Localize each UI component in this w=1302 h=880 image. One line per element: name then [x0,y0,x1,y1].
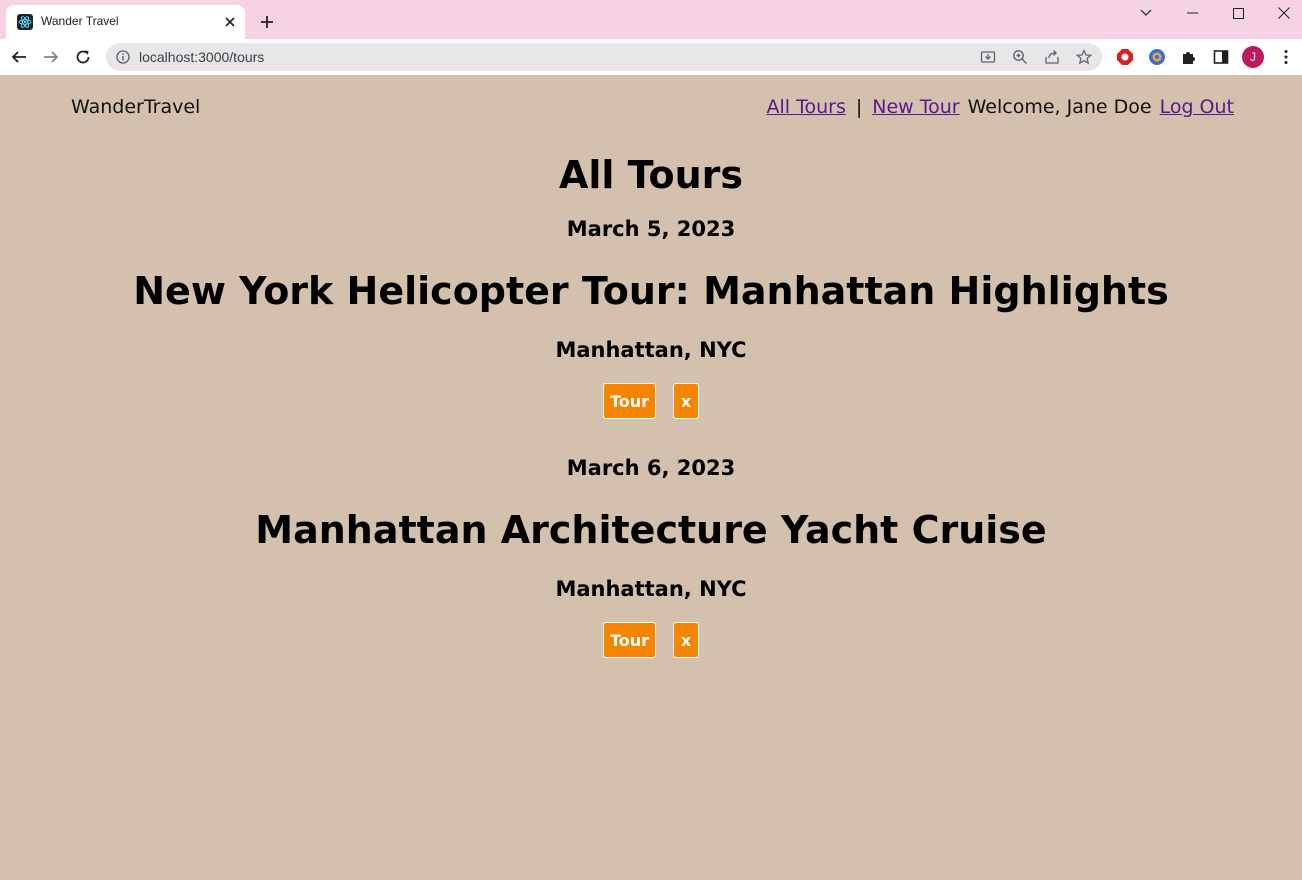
maximize-icon[interactable] [1215,0,1261,26]
tab-title: Wander Travel [41,14,119,28]
bookmark-star-icon[interactable] [1075,48,1093,66]
reload-icon[interactable] [70,44,96,70]
tour-date: March 5, 2023 [566,217,736,241]
welcome-text: Welcome, Jane Doe [967,96,1152,118]
view-tour-button[interactable]: Tour [603,383,656,419]
top-nav: All Tours | New Tour Welcome, Jane Doe Log O… [767,96,1235,118]
brand-logo-text[interactable]: WanderTravel [71,96,200,118]
forward-arrow-icon[interactable] [38,44,64,70]
browser-toolbar: localhost:3000/tours J [0,39,1302,75]
share-icon[interactable] [1043,48,1061,66]
tours-content: All Tours March 5, 2023 New York Helicop… [0,150,1302,658]
back-arrow-icon[interactable] [6,44,32,70]
address-bar[interactable]: localhost:3000/tours [106,43,1102,71]
tab-search-chevron-icon[interactable] [1123,0,1169,26]
side-panel-icon[interactable] [1211,47,1231,67]
logout-link[interactable]: Log Out [1160,96,1234,118]
tour-name: New York Helicopter Tour: Manhattan High… [133,269,1169,313]
tour-location: Manhattan, NYC [555,577,747,601]
tour-actions: Tour x [0,383,1302,419]
url-text[interactable]: localhost:3000/tours [139,49,264,65]
view-tour-button[interactable]: Tour [603,622,656,658]
install-app-icon[interactable] [979,48,997,66]
profile-avatar[interactable]: J [1242,46,1264,68]
delete-tour-button[interactable]: x [673,622,699,658]
nav-separator: | [855,96,863,118]
browser-menu-icon[interactable] [1276,47,1296,67]
adblock-extension-icon[interactable] [1115,47,1135,67]
tour-date: March 6, 2023 [566,456,736,480]
tour-name: Manhattan Architecture Yacht Cruise [255,508,1047,552]
browser-tabstrip: Wander Travel [0,0,1302,39]
vpn-extension-icon[interactable] [1147,47,1167,67]
minimize-icon[interactable] [1169,0,1215,26]
tour-actions: Tour x [0,622,1302,658]
delete-tour-button[interactable]: x [673,383,699,419]
nav-link-all-tours[interactable]: All Tours [767,96,846,118]
react-favicon-icon [17,14,33,30]
tour-location: Manhattan, NYC [555,338,747,362]
tour-item: March 5, 2023 New York Helicopter Tour: … [0,210,1302,419]
browser-tab[interactable]: Wander Travel [6,5,245,39]
window-close-icon[interactable] [1261,0,1302,26]
page-title: All Tours [558,153,744,197]
tour-item: March 6, 2023 Manhattan Architecture Yac… [0,449,1302,658]
tab-close-icon[interactable] [221,13,239,31]
site-info-icon[interactable] [115,49,131,65]
nav-link-new-tour[interactable]: New Tour [872,96,959,118]
new-tab-plus-icon[interactable] [256,11,278,33]
zoom-icon[interactable] [1011,48,1029,66]
extensions-puzzle-icon[interactable] [1179,47,1199,67]
page-viewport: WanderTravel All Tours | New Tour Welcome, … [0,75,1302,880]
